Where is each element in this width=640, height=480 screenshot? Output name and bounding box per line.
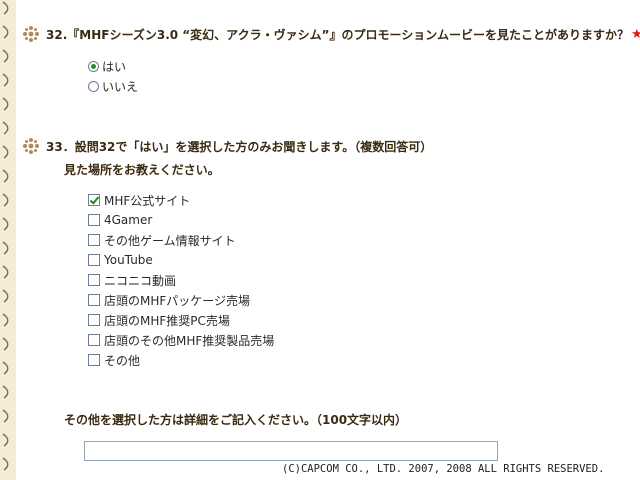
checkbox[interactable] <box>88 214 100 226</box>
question-33-heading: 33．設問32で「はい」を選択した方のみお聞きします。（複数回答可） <box>22 136 432 156</box>
q33-option-other-game-sites[interactable]: その他ゲーム情報サイト <box>88 231 236 249</box>
q33-option-niconico[interactable]: ニコニコ動画 <box>88 271 176 289</box>
binding-ring-icon <box>2 1 9 471</box>
q32-option-yes-label: はい <box>102 59 127 74</box>
checkbox[interactable] <box>88 314 100 326</box>
radio-no[interactable] <box>88 80 99 92</box>
q33-option-label: 店頭のMHFパッケージ売場 <box>104 293 251 308</box>
q32-option-no[interactable]: いいえ <box>88 77 138 95</box>
checkbox[interactable] <box>88 354 100 366</box>
question-33-text: 33．設問32で「はい」を選択した方のみお聞きします。（複数回答可） <box>46 139 433 154</box>
checkbox[interactable] <box>88 294 100 306</box>
other-detail-input[interactable] <box>84 441 498 461</box>
question-33-subheading: 見た場所をお教えください。 <box>64 163 220 177</box>
q33-option-label: ニコニコ動画 <box>104 273 177 288</box>
other-detail-prompt: その他を選択した方は詳細をご記入ください。（100文字以内） <box>64 413 408 427</box>
q32-option-no-label: いいえ <box>102 79 139 94</box>
required-star-icon: ★ <box>630 26 640 42</box>
checkbox[interactable] <box>88 274 100 286</box>
question-32-heading: 32.『MHFシーズン3.0 “変幻、アクラ・ヴァシム”』のプロモーションムービ… <box>22 24 640 44</box>
q33-option-store-other-products[interactable]: 店頭のその他MHF推奨製品売場 <box>88 331 274 349</box>
checkbox[interactable] <box>88 254 100 266</box>
checkbox[interactable] <box>88 234 100 246</box>
checkbox[interactable] <box>88 334 100 346</box>
radio-yes[interactable] <box>88 60 99 72</box>
q33-option-label: 店頭のその他MHF推奨製品売場 <box>104 333 275 348</box>
q33-option-label: 4Gamer <box>104 213 153 227</box>
q33-option-4gamer[interactable]: 4Gamer <box>88 211 152 229</box>
binding-strip <box>0 0 16 480</box>
q33-option-mhf-official[interactable]: MHF公式サイト <box>88 191 190 209</box>
question-32-text: 32.『MHFシーズン3.0 “変幻、アクラ・ヴァシム”』のプロモーションムービ… <box>46 27 629 42</box>
q33-option-label: 店頭のMHF推奨PC売場 <box>104 313 230 328</box>
checkbox[interactable] <box>88 194 100 206</box>
ornament-icon <box>23 138 39 154</box>
q33-option-label: MHF公式サイト <box>104 193 191 208</box>
q33-option-other[interactable]: その他 <box>88 351 140 369</box>
copyright-notice: (C)CAPCOM CO., LTD. 2007, 2008 ALL RIGHT… <box>282 463 605 475</box>
q33-option-label: その他ゲーム情報サイト <box>104 233 236 248</box>
q33-option-label: YouTube <box>104 253 153 267</box>
q33-option-store-pc[interactable]: 店頭のMHF推奨PC売場 <box>88 311 230 329</box>
q32-option-yes[interactable]: はい <box>88 57 126 75</box>
ornament-icon <box>23 26 39 42</box>
q33-option-youtube[interactable]: YouTube <box>88 251 153 269</box>
q33-option-store-package[interactable]: 店頭のMHFパッケージ売場 <box>88 291 250 309</box>
q33-option-label: その他 <box>104 353 141 368</box>
